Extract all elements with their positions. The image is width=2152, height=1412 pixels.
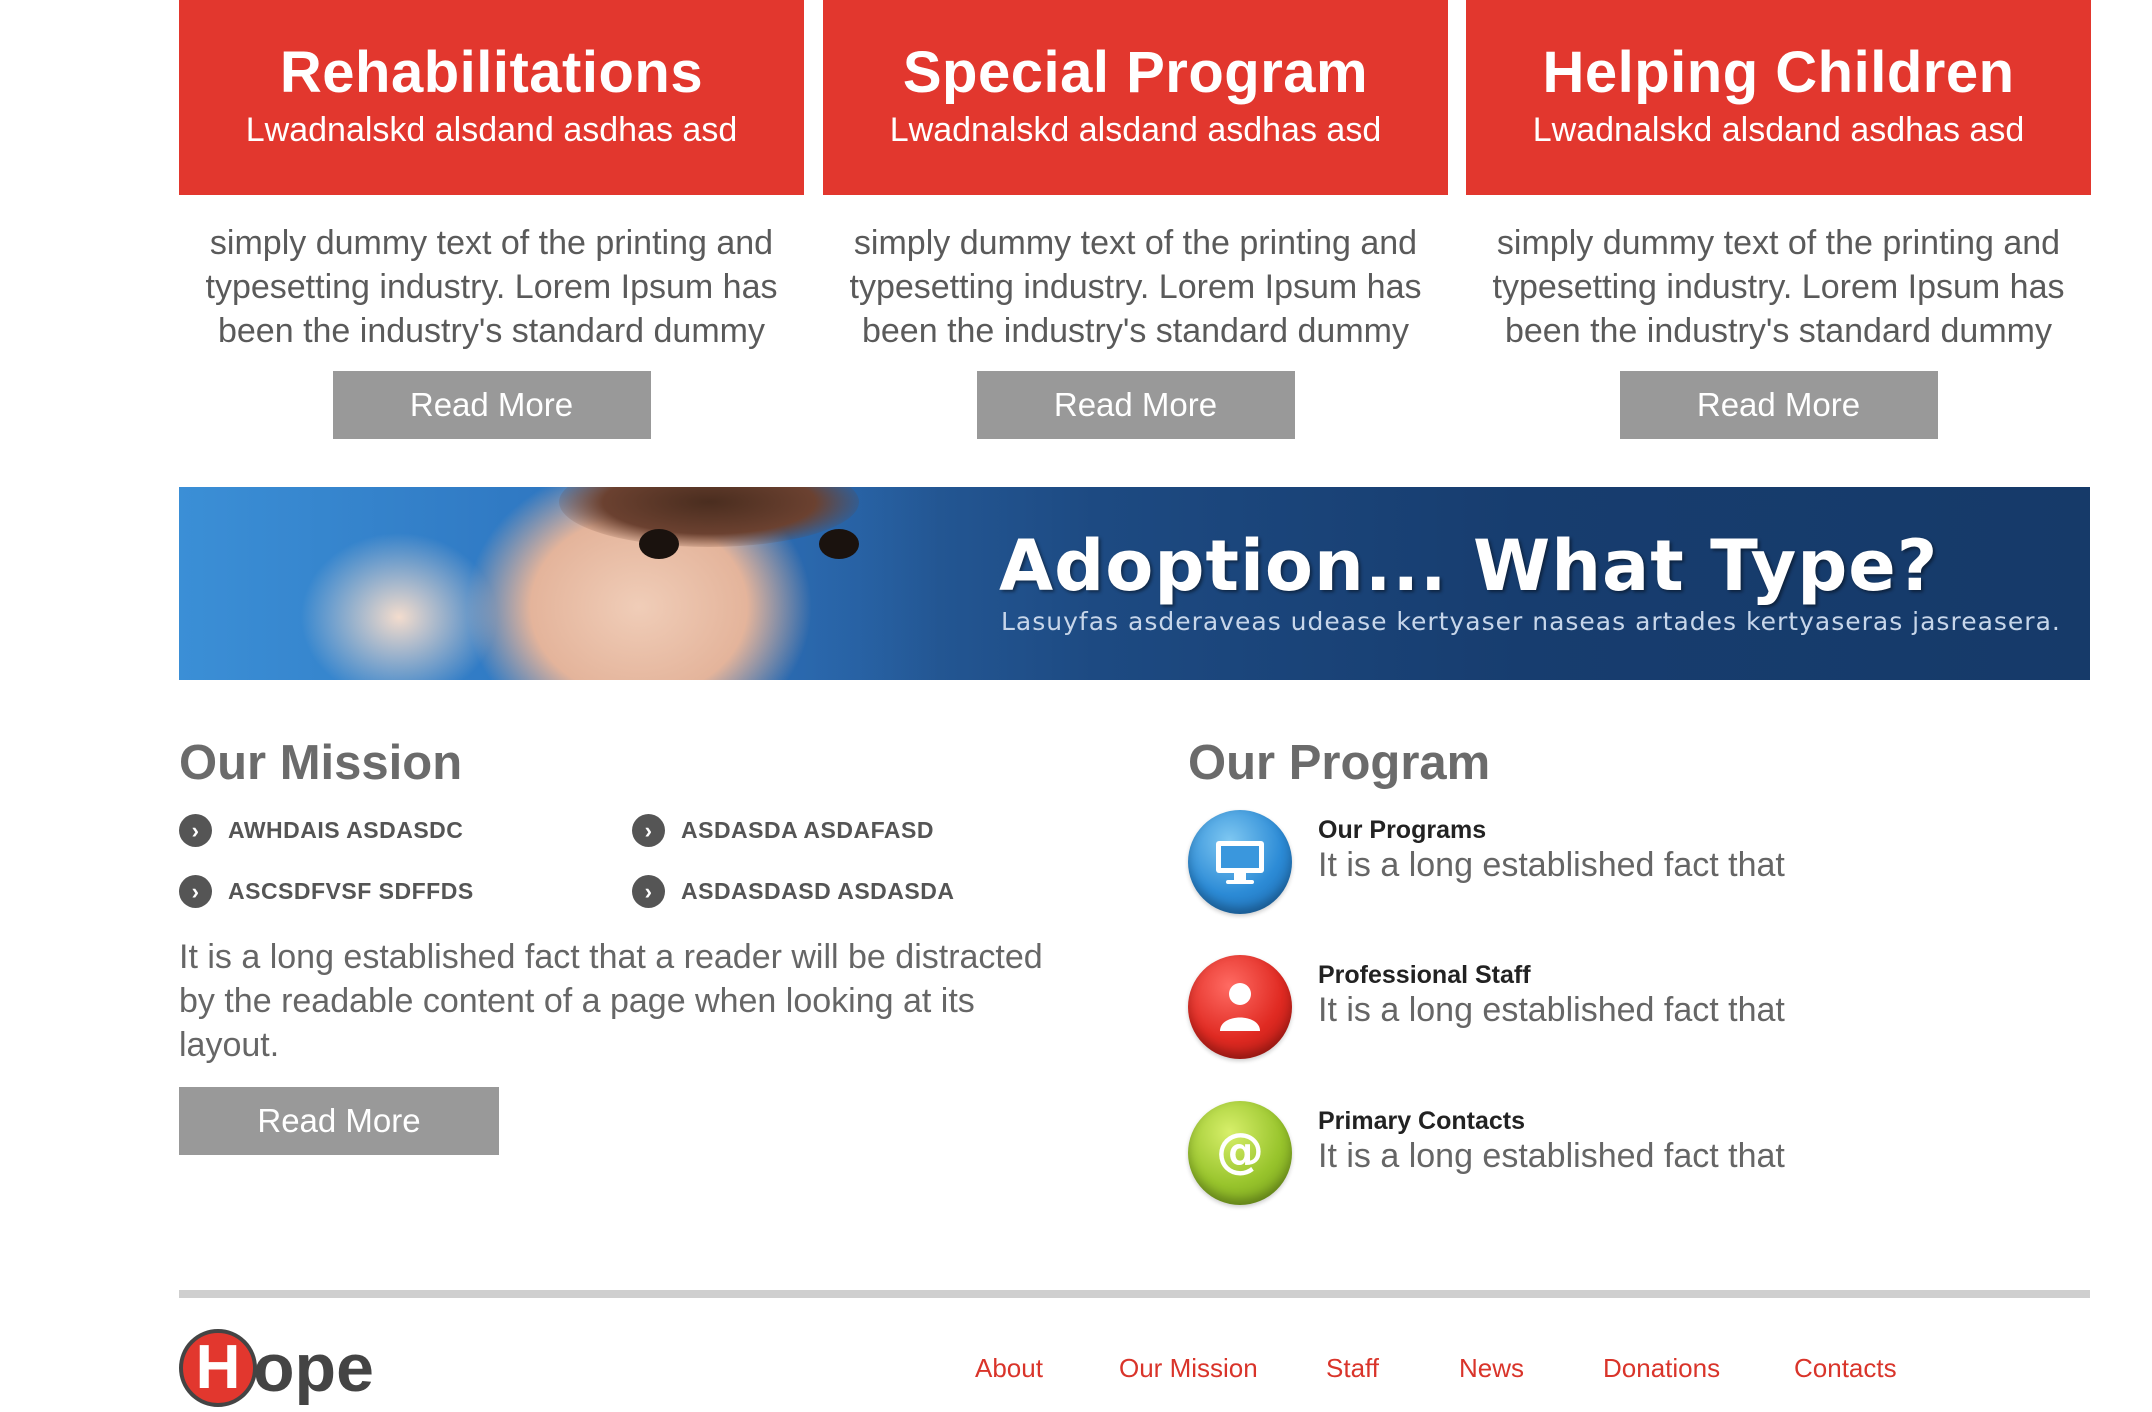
chevron-right-icon: › (179, 875, 212, 908)
logo-text: ope (253, 1330, 374, 1406)
mission-bullet-label: ASCSDFVSF SDFFDS (228, 878, 474, 904)
monitor-icon (1188, 810, 1292, 914)
program-item-desc: It is a long established fact that (1318, 846, 1785, 884)
read-more-button[interactable]: Read More (1619, 371, 1938, 439)
program-item[interactable]: Professional Staff It is a long establis… (1188, 955, 1888, 1065)
mission-bullet-label: ASDASDASD ASDASDA (681, 878, 955, 904)
feature-cards: Rehabilitations Lwadnalskd alsdand asdha… (179, 0, 2091, 440)
banner-subtitle: Lasuyfas asderaveas udease kertyaser nas… (1001, 607, 2061, 636)
footer-link-news[interactable]: News (1459, 1353, 1524, 1384)
banner-title: Adoption... What Type? (999, 525, 1939, 607)
card-header: Special Program Lwadnalskd alsdand asdha… (823, 0, 1448, 195)
program-title: Our Program (1188, 736, 1491, 790)
feature-card: Rehabilitations Lwadnalskd alsdand asdha… (179, 0, 804, 439)
mission-bullet-label: AWHDAIS ASDASDC (228, 817, 464, 843)
program-item-desc: It is a long established fact that (1318, 1137, 1785, 1175)
svg-text:@: @ (1216, 1123, 1264, 1179)
mission-read-more-button[interactable]: Read More (179, 1087, 499, 1155)
footer-link-our-mission[interactable]: Our Mission (1119, 1353, 1258, 1384)
read-more-button[interactable]: Read More (976, 371, 1295, 439)
card-title: Rehabilitations (279, 40, 704, 105)
adoption-banner[interactable]: Adoption... What Type? Lasuyfas asderave… (179, 487, 2090, 680)
program-item[interactable]: Our Programs It is a long established fa… (1188, 810, 1888, 920)
program-item[interactable]: @ Primary Contacts It is a long establis… (1188, 1101, 1888, 1211)
photo-eye (819, 529, 859, 559)
mission-text: It is a long established fact that a rea… (179, 938, 1043, 1064)
program-item-desc: It is a long established fact that (1318, 991, 1785, 1029)
user-icon (1188, 955, 1292, 1059)
photo-eye (639, 529, 679, 559)
program-item-name: Professional Staff (1318, 961, 1531, 989)
card-text: simply dummy text of the printing and ty… (849, 224, 1422, 350)
card-text: simply dummy text of the printing and ty… (1492, 224, 2065, 350)
at-sign-icon: @ (1188, 1101, 1292, 1205)
card-header: Rehabilitations Lwadnalskd alsdand asdha… (179, 0, 804, 195)
card-title: Special Program (902, 40, 1369, 105)
footer-link-contacts[interactable]: Contacts (1794, 1353, 1897, 1384)
footer-link-staff[interactable]: Staff (1326, 1353, 1379, 1384)
chevron-right-icon: › (179, 814, 212, 847)
chevron-right-icon: › (632, 814, 665, 847)
footer-link-about[interactable]: About (975, 1353, 1043, 1384)
card-subtitle: Lwadnalskd alsdand asdhas asd (889, 111, 1382, 149)
mission-bullet[interactable]: › ASDASDA ASDAFASD (632, 814, 934, 847)
footer-link-donations[interactable]: Donations (1603, 1353, 1720, 1384)
card-title: Helping Children (1542, 40, 2015, 105)
card-subtitle: Lwadnalskd alsdand asdhas asd (1532, 111, 2025, 149)
program-item-name: Our Programs (1318, 816, 1487, 844)
hope-logo[interactable]: H ope (179, 1328, 374, 1408)
feature-card: Helping Children Lwadnalskd alsdand asdh… (1466, 0, 2091, 439)
feature-card: Special Program Lwadnalskd alsdand asdha… (823, 0, 1448, 439)
mission-bullet[interactable]: › AWHDAIS ASDASDC (179, 814, 463, 847)
logo-mark: H (179, 1329, 257, 1407)
mission-bullet[interactable]: › ASDASDASD ASDASDA (632, 875, 954, 908)
program-item-name: Primary Contacts (1318, 1107, 1526, 1135)
mission-title: Our Mission (179, 736, 463, 790)
mission-bullet-label: ASDASDA ASDAFASD (681, 817, 934, 843)
card-subtitle: Lwadnalskd alsdand asdhas asd (245, 111, 738, 149)
footer-divider (179, 1290, 2090, 1298)
card-text: simply dummy text of the printing and ty… (205, 224, 778, 350)
read-more-button[interactable]: Read More (332, 371, 651, 439)
mission-bullet[interactable]: › ASCSDFVSF SDFFDS (179, 875, 474, 908)
child-photo (179, 487, 939, 680)
card-header: Helping Children Lwadnalskd alsdand asdh… (1466, 0, 2091, 195)
chevron-right-icon: › (632, 875, 665, 908)
photo-hair (559, 487, 859, 547)
